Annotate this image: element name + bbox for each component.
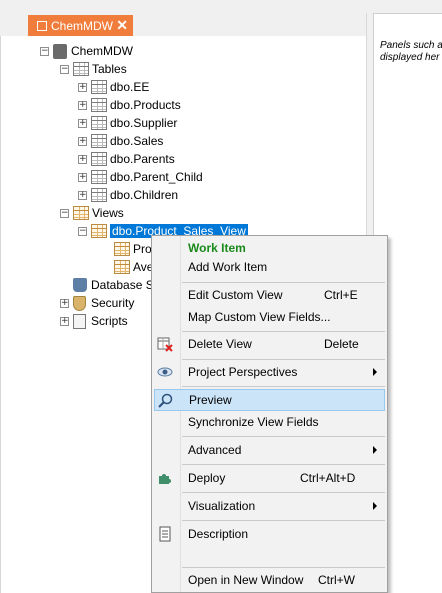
expand-icon[interactable]: + <box>78 172 87 182</box>
menu-item-description[interactable]: Description <box>154 523 385 545</box>
tree-label: Scripts <box>91 314 128 328</box>
expand-icon[interactable]: + <box>60 298 69 308</box>
tree-node-tables[interactable]: − Tables <box>60 60 127 78</box>
table-folder-icon <box>73 62 89 76</box>
tree-node-security[interactable]: + Security <box>60 294 134 312</box>
tab-chemmdw[interactable]: ChemMDW ✕ <box>28 15 133 36</box>
table-icon <box>91 98 107 112</box>
expand-icon[interactable]: + <box>78 190 87 200</box>
submenu-arrow-icon <box>373 502 377 510</box>
tree-label: dbo.Products <box>110 98 181 112</box>
expand-icon[interactable]: + <box>60 316 69 326</box>
menu-separator <box>182 359 385 360</box>
menu-item-delete-view[interactable]: Delete View Delete <box>154 333 385 355</box>
menu-item-synchronize-fields[interactable]: Synchronize View Fields <box>154 411 385 433</box>
context-menu: Work Item Add Work Item Edit Custom View… <box>151 235 388 593</box>
tree-node-database[interactable]: Database S <box>60 276 154 294</box>
tree-label: dbo.Parents <box>110 152 175 166</box>
close-icon[interactable]: ✕ <box>116 17 128 34</box>
delete-table-icon <box>157 336 173 352</box>
script-icon <box>73 313 86 329</box>
tree-node-table[interactable]: + dbo.Sales <box>78 132 163 150</box>
table-icon <box>91 152 107 166</box>
table-icon <box>91 80 107 94</box>
menu-item-open-new-window[interactable]: Open in New Window Ctrl+W <box>154 569 385 591</box>
tree-node-table[interactable]: + dbo.Parent_Child <box>78 168 203 186</box>
tree-label: dbo.EE <box>110 80 150 94</box>
menu-separator <box>182 331 385 332</box>
panel-hint: Panels such a displayed her <box>380 40 442 63</box>
tree-label: Database S <box>91 278 154 292</box>
tree-label: dbo.Sales <box>110 134 164 148</box>
tree-label: dbo.Parent_Child <box>110 170 203 184</box>
tree-label: Security <box>91 296 135 310</box>
view-field-icon <box>114 260 130 274</box>
menu-separator <box>182 464 385 465</box>
table-icon <box>91 116 107 130</box>
view-icon <box>91 224 107 238</box>
magnifier-icon <box>158 393 174 409</box>
tree-label: ChemMDW <box>71 44 133 58</box>
menu-item-preview[interactable]: Preview <box>154 389 385 411</box>
puzzle-icon <box>157 470 173 486</box>
menu-item-visualization[interactable]: Visualization <box>154 495 385 517</box>
menu-item-advanced[interactable]: Advanced <box>154 439 385 461</box>
menu-separator <box>182 567 385 568</box>
expand-icon[interactable]: + <box>78 118 87 128</box>
tab-label: ChemMDW <box>51 18 113 33</box>
tree-node-table[interactable]: + dbo.Parents <box>78 150 175 168</box>
views-folder-icon <box>73 206 89 220</box>
menu-separator <box>182 436 385 437</box>
expand-icon[interactable]: + <box>78 100 87 110</box>
menu-item-edit-custom-view[interactable]: Edit Custom View Ctrl+E <box>154 284 385 306</box>
tree-node-table[interactable]: + dbo.Products <box>78 96 181 114</box>
view-field-icon <box>114 242 130 256</box>
database-tab-icon <box>37 20 47 31</box>
collapse-icon[interactable]: − <box>78 226 87 236</box>
table-icon <box>91 170 107 184</box>
tree-node-root[interactable]: − ChemMDW <box>40 42 133 60</box>
project-icon <box>53 43 67 59</box>
table-icon <box>91 188 107 202</box>
tree-node-table[interactable]: + dbo.EE <box>78 78 149 96</box>
collapse-icon[interactable]: − <box>60 208 69 218</box>
tree-label: Views <box>92 206 124 220</box>
collapse-icon[interactable]: − <box>40 46 49 56</box>
eye-icon <box>157 364 173 380</box>
expand-icon[interactable]: + <box>78 154 87 164</box>
menu-item-add-work-item[interactable]: Add Work Item <box>154 256 385 278</box>
tree-node-table[interactable]: + dbo.Children <box>78 186 178 204</box>
tree-label: Tables <box>92 62 127 76</box>
tree-node-views[interactable]: − Views <box>60 204 124 222</box>
submenu-arrow-icon <box>373 368 377 376</box>
shield-icon <box>73 295 86 311</box>
expand-icon[interactable]: + <box>78 136 87 146</box>
tree-label: dbo.Supplier <box>110 116 178 130</box>
document-icon <box>157 526 173 542</box>
menu-separator <box>182 492 385 493</box>
menu-item-project-perspectives[interactable]: Project Perspectives <box>154 361 385 383</box>
table-icon <box>91 134 107 148</box>
expand-icon[interactable]: + <box>78 82 87 92</box>
tree-node-view-child[interactable]: Ave <box>114 258 153 276</box>
collapse-icon[interactable]: − <box>60 64 69 74</box>
submenu-arrow-icon <box>373 446 377 454</box>
tree-node-table[interactable]: + dbo.Supplier <box>78 114 177 132</box>
menu-item-map-fields[interactable]: Map Custom View Fields... <box>154 306 385 328</box>
database-icon <box>73 278 87 292</box>
menu-item-deploy[interactable]: Deploy Ctrl+Alt+D <box>154 467 385 489</box>
tree-label: dbo.Children <box>110 188 179 202</box>
menu-separator <box>182 386 385 387</box>
menu-separator <box>182 282 385 283</box>
menu-separator <box>182 520 385 521</box>
tree-node-scripts[interactable]: + Scripts <box>60 312 128 330</box>
